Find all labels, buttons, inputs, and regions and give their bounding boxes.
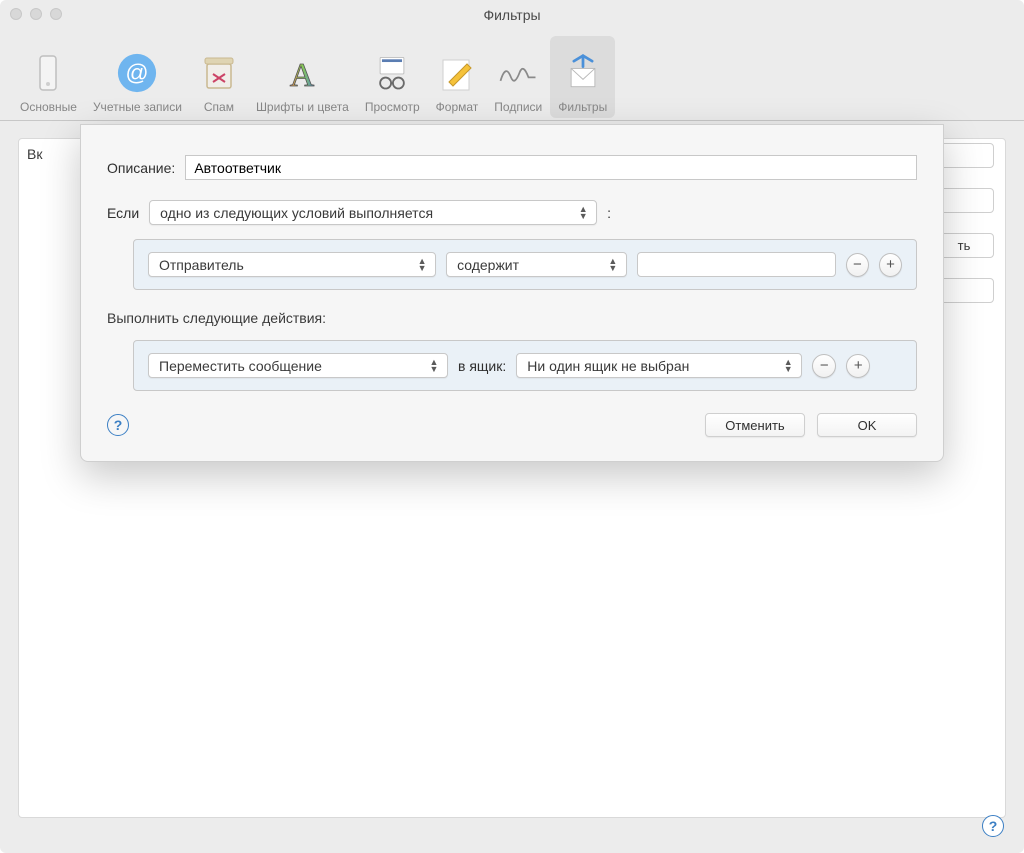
chevron-updown-icon: ▲▼ — [576, 206, 590, 220]
minimize-icon[interactable] — [30, 8, 42, 20]
actions-heading: Выполнить следующие действия: — [107, 310, 917, 326]
tab-accounts[interactable]: @ Учетные записи — [85, 36, 190, 118]
combo-value: Ни один ящик не выбран — [527, 358, 781, 374]
at-icon: @ — [116, 52, 158, 94]
signature-icon — [497, 52, 539, 94]
tab-label: Фильтры — [558, 100, 607, 114]
combo-value: содержит — [457, 257, 606, 273]
fonts-icon: A — [281, 52, 323, 94]
tab-label: Просмотр — [365, 100, 420, 114]
rules-column-header: Вк — [27, 146, 42, 162]
tab-composing[interactable]: Формат — [428, 36, 487, 118]
tab-viewing[interactable]: Просмотр — [357, 36, 428, 118]
tab-signatures[interactable]: Подписи — [486, 36, 550, 118]
colon: : — [607, 205, 611, 221]
prefs-toolbar: Основные @ Учетные записи Спам A Шрифты … — [0, 29, 1024, 121]
condition-row: Отправитель ▲▼ содержит ▲▼ − + — [133, 239, 917, 290]
chevron-updown-icon: ▲▼ — [427, 359, 441, 373]
tab-label: Основные — [20, 100, 77, 114]
tab-general[interactable]: Основные — [12, 36, 85, 118]
rule-editor-sheet: Описание: Если одно из следующих условий… — [80, 124, 944, 462]
zoom-icon[interactable] — [50, 8, 62, 20]
action-type-combo[interactable]: Переместить сообщение ▲▼ — [148, 353, 448, 378]
if-condition-combo[interactable]: одно из следующих условий выполняется ▲▼ — [149, 200, 597, 225]
svg-text:A: A — [290, 57, 315, 94]
tab-label: Формат — [436, 100, 479, 114]
description-input[interactable] — [185, 155, 917, 180]
add-condition-button[interactable]: + — [879, 253, 902, 277]
window-title: Фильтры — [10, 7, 1014, 23]
cancel-button[interactable]: Отменить — [705, 413, 805, 437]
button-label: OK — [858, 418, 877, 433]
help-icon[interactable]: ? — [107, 414, 129, 436]
preferences-window: Фильтры Основные @ Учетные записи Спам A… — [0, 0, 1024, 853]
remove-condition-button[interactable]: − — [846, 253, 869, 277]
titlebar: Фильтры — [0, 0, 1024, 29]
tab-label: Спам — [204, 100, 234, 114]
help-icon[interactable]: ? — [982, 815, 1004, 837]
chevron-updown-icon: ▲▼ — [606, 258, 620, 272]
tab-rules[interactable]: Фильтры — [550, 36, 615, 118]
button-label: Отменить — [725, 418, 784, 433]
condition-field-combo[interactable]: Отправитель ▲▼ — [148, 252, 436, 277]
tab-junk[interactable]: Спам — [190, 36, 248, 118]
traffic-lights — [10, 8, 62, 20]
rules-icon — [562, 52, 604, 94]
tab-label: Шрифты и цвета — [256, 100, 349, 114]
action-mailbox-combo[interactable]: Ни один ящик не выбран ▲▼ — [516, 353, 802, 378]
add-action-button[interactable]: + — [846, 354, 870, 378]
chevron-updown-icon: ▲▼ — [781, 359, 795, 373]
svg-text:@: @ — [126, 60, 149, 86]
combo-value: одно из следующих условий выполняется — [160, 205, 576, 221]
action-row: Переместить сообщение ▲▼ в ящик: Ни один… — [133, 340, 917, 391]
compose-icon — [436, 52, 478, 94]
tab-label: Подписи — [494, 100, 542, 114]
tab-label: Учетные записи — [93, 100, 182, 114]
chevron-updown-icon: ▲▼ — [415, 258, 429, 272]
condition-op-combo[interactable]: содержит ▲▼ — [446, 252, 627, 277]
to-mailbox-label: в ящик: — [458, 358, 506, 374]
general-icon — [27, 52, 69, 94]
trash-icon — [198, 52, 240, 94]
remove-action-button[interactable]: − — [812, 354, 836, 378]
tab-fonts[interactable]: A Шрифты и цвета — [248, 36, 357, 118]
combo-value: Отправитель — [159, 257, 415, 273]
if-label: Если — [107, 205, 139, 221]
ok-button[interactable]: OK — [817, 413, 917, 437]
description-label: Описание: — [107, 160, 175, 176]
partial-label: ть — [958, 238, 971, 253]
close-icon[interactable] — [10, 8, 22, 20]
condition-value-input[interactable] — [637, 252, 836, 277]
glasses-icon — [371, 52, 413, 94]
combo-value: Переместить сообщение — [159, 358, 427, 374]
